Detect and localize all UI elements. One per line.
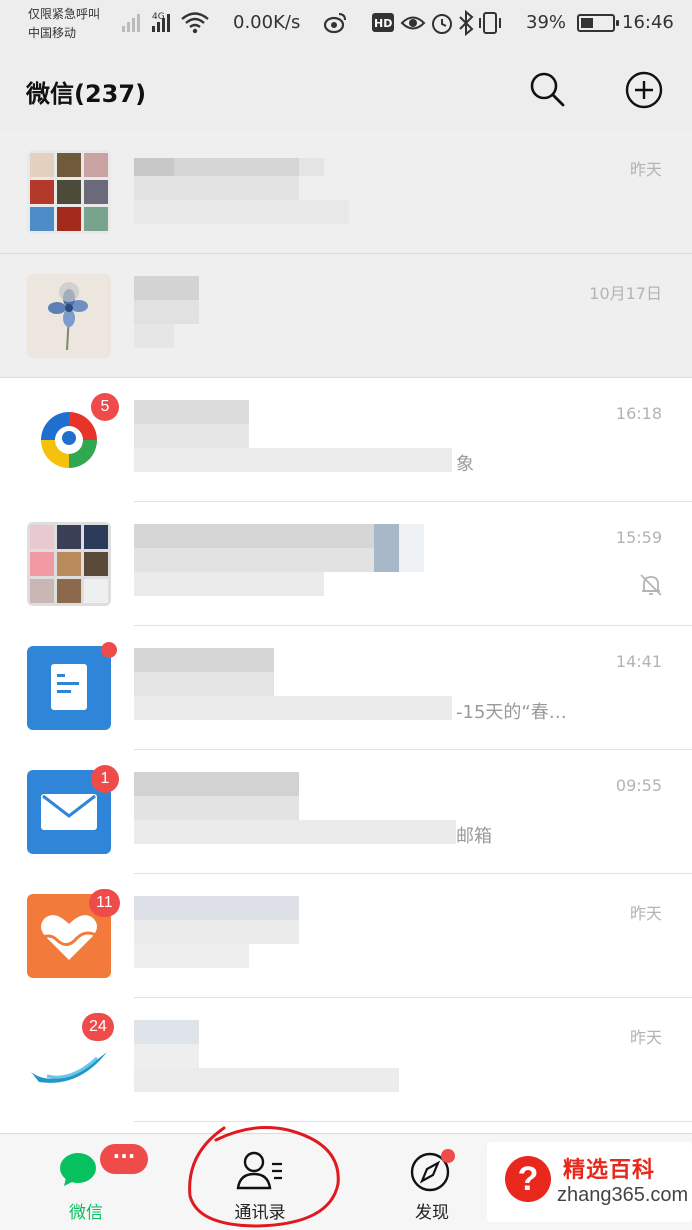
search-icon[interactable] [528,70,566,108]
redacted-content [134,750,456,874]
weibo-icon [323,13,346,34]
chat-time: 昨天 [629,1028,662,1047]
chat-row-mail[interactable]: 1 邮箱 09:55 [0,750,692,874]
carrier-info: 仅限紧急呼叫 中国移动 [28,5,100,43]
watermark-logo: ? 精选百科 zhang365.com [487,1142,692,1222]
chat-row-airline[interactable]: 24 昨天 [0,998,692,1122]
plus-circle-icon[interactable] [624,70,664,110]
group-avatar-icon [30,525,108,603]
chat-time: 10月17日 [589,284,662,303]
chat-row-group-2[interactable]: 15:59 [0,502,692,626]
avatar [27,150,111,234]
watermark-site: zhang365.com [557,1184,689,1206]
hd-label: HD [374,17,392,30]
mute-bell-icon [640,574,662,596]
page-title: 微信(237) [26,80,147,108]
carrier-line-2: 中国移动 [28,26,77,40]
divider [134,1121,692,1122]
redacted-content [134,626,456,750]
clock: 16:46 [622,12,674,33]
unread-badge: 5 [91,393,119,421]
eye-icon [400,16,426,30]
redacted-content [134,998,456,1122]
group-avatar-icon [30,153,108,231]
redacted-content [134,378,456,502]
chat-time: 16:18 [615,404,662,423]
unread-badge: 1 [91,765,119,793]
redacted-content [134,502,456,626]
tab-contacts[interactable]: 通讯录 [200,1134,320,1230]
tab-discover[interactable]: 发现 [372,1134,492,1230]
chat-time: 15:59 [615,528,662,547]
discover-dot [441,1149,455,1163]
system-icons: HD [372,10,501,36]
document-icon [51,664,87,710]
contacts-icon [236,1151,282,1190]
battery-percent: 39% [526,12,567,33]
wifi-icon [181,12,209,28]
question-mark-icon: ? [505,1156,551,1202]
avatar [27,274,111,358]
watermark-title: 精选百科 [563,1158,656,1183]
unread-badge: 11 [89,889,120,917]
avatar [27,646,111,730]
compass-icon [410,1149,455,1192]
unread-dot [101,642,117,658]
alarm-icon [432,14,452,34]
flower-avatar-icon [48,282,88,351]
bluetooth-icon [459,10,474,36]
tab-label: 微信 [69,1203,103,1223]
chat-row-group-1[interactable]: 昨天 [0,130,692,254]
chat-time: 昨天 [629,160,662,179]
battery-icon [577,14,619,32]
chat-row-tencent-news[interactable]: 5 象 16:18 [0,378,692,502]
redacted-content [134,254,456,378]
app-header: 微信(237) [0,50,692,130]
vibrate-icon [479,12,501,34]
chat-time: 09:55 [615,776,662,795]
chat-tab-badge: ··· [100,1144,148,1174]
chat-list[interactable]: 昨天 10月17日 5 象 16:18 15:59 -15天的“春… 14:41… [0,130,692,1133]
tab-label: 通讯录 [234,1203,286,1223]
chat-row-flower[interactable]: 10月17日 [0,254,692,378]
status-bar: 仅限紧急呼叫 中国移动 4G 0.00K/s HD 39% 16:46 [0,0,692,50]
chat-preview: -15天的“春… [456,702,567,723]
carrier-line-1: 仅限紧急呼叫 [28,7,101,21]
tab-label: 发现 [415,1203,449,1223]
network-speed: 0.00K/s [233,12,301,33]
redacted-content [134,874,456,998]
chat-row-document[interactable]: -15天的“春… 14:41 [0,626,692,750]
chat-preview: 象 [456,454,474,475]
chat-time: 14:41 [615,652,662,671]
chat-time: 昨天 [629,904,662,923]
battery-fill [581,18,593,28]
chat-row-health[interactable]: 11 昨天 [0,874,692,998]
redacted-content [134,130,456,254]
signal-icon: 4G [122,12,209,34]
unread-badge: 24 [82,1013,114,1041]
avatar [27,522,111,606]
chat-preview: 邮箱 [456,826,492,847]
